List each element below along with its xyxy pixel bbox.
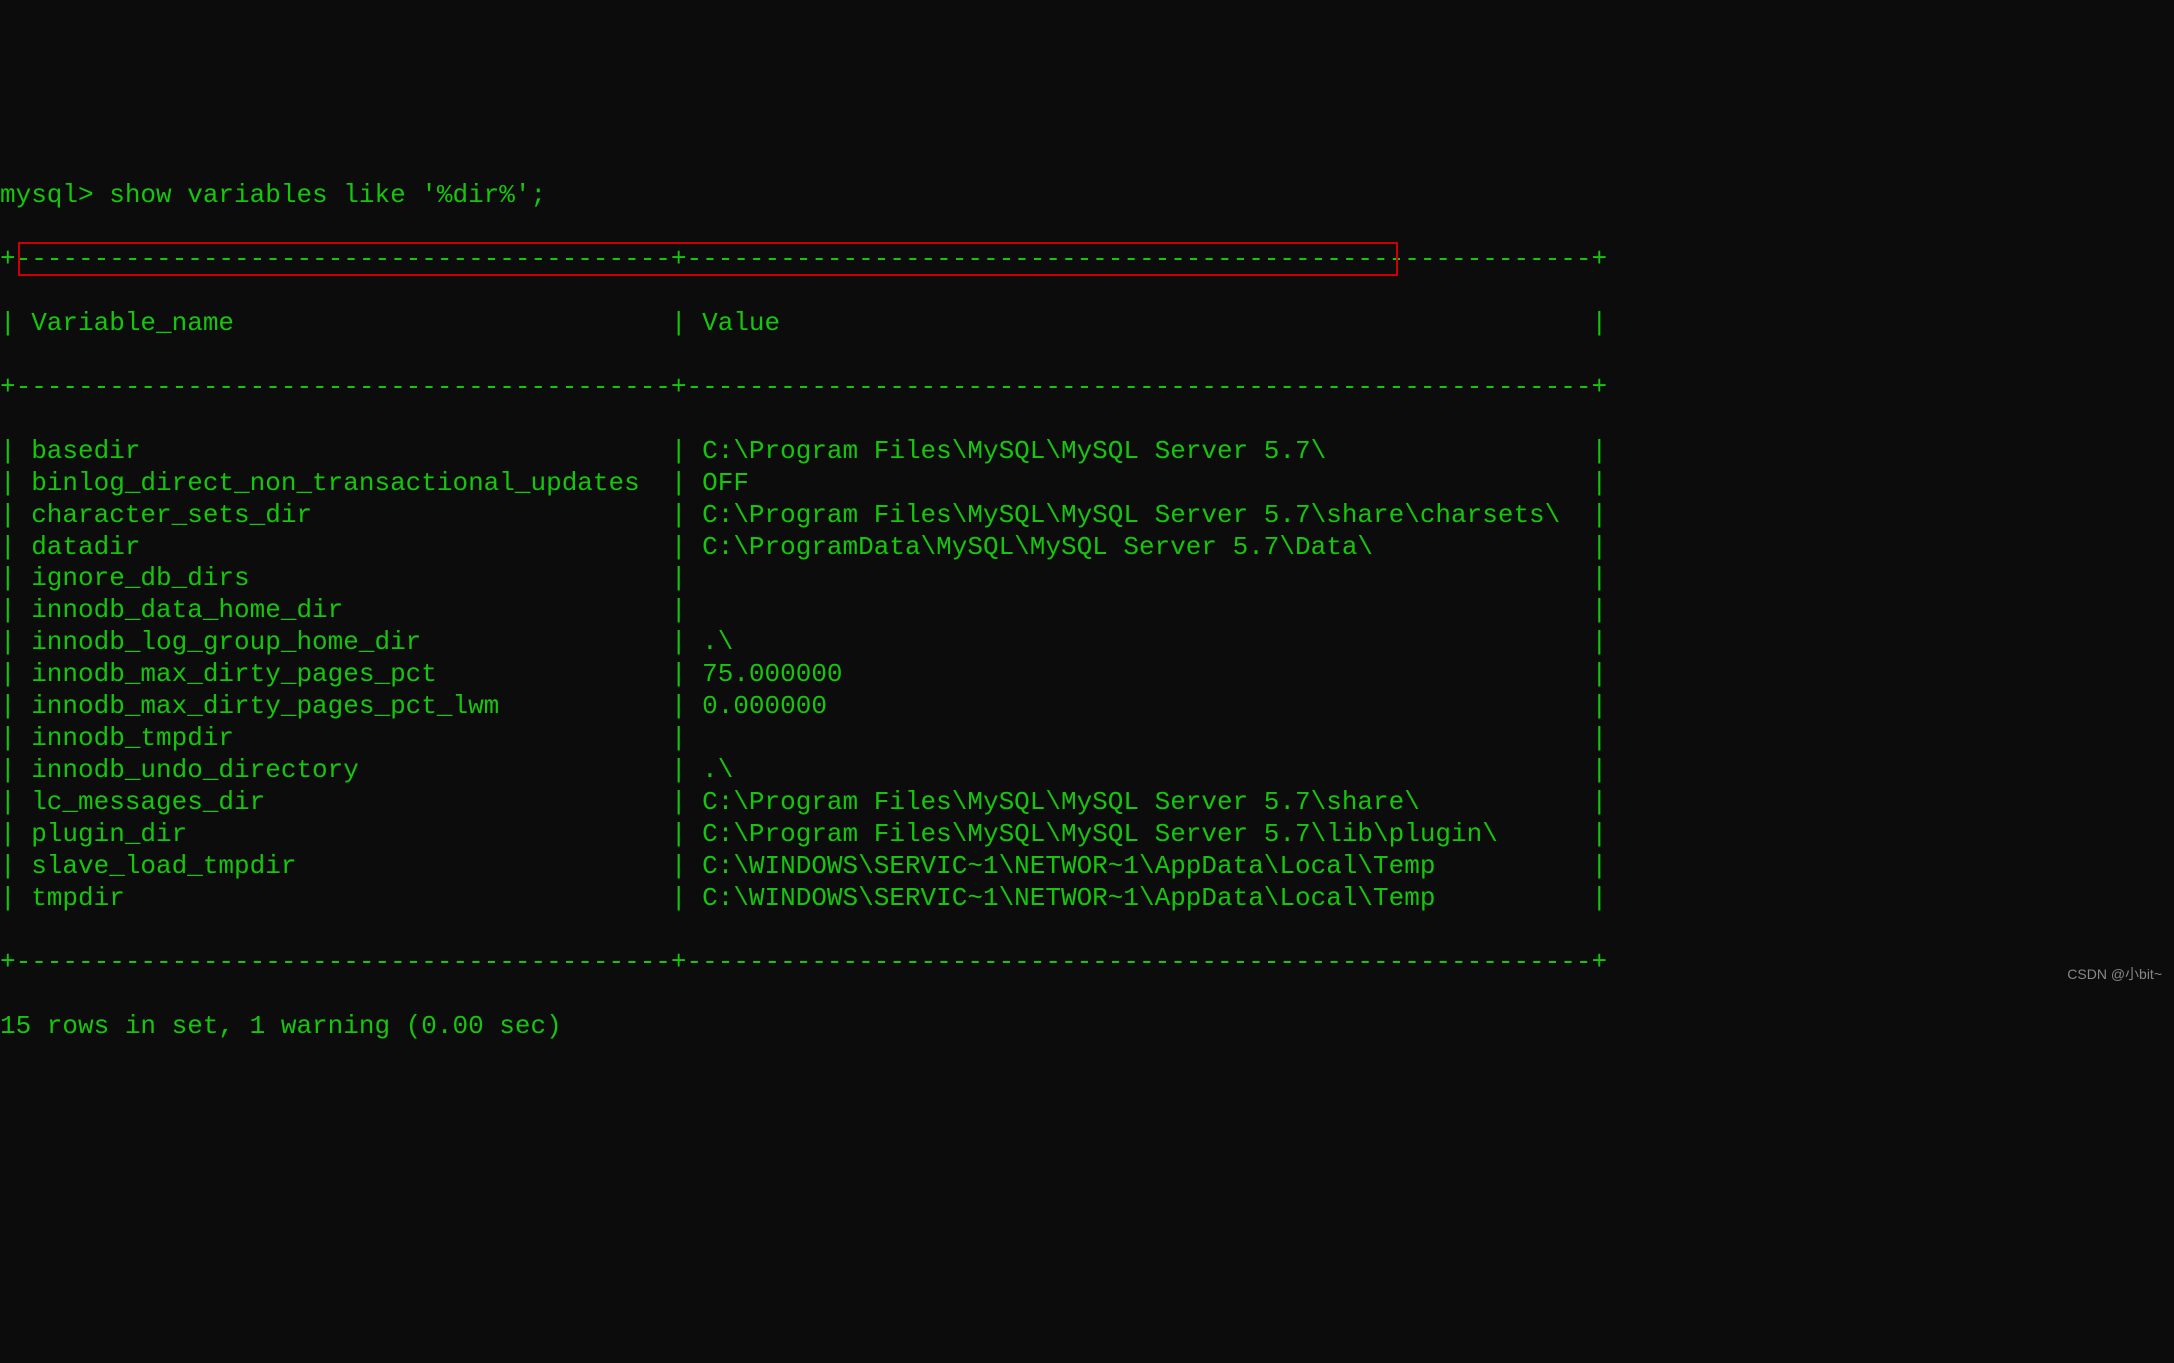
table-border-top: +---------------------------------------…	[0, 244, 2174, 276]
table-row: | innodb_data_home_dir | |	[0, 595, 2174, 627]
table-row: | innodb_log_group_home_dir | .\ |	[0, 627, 2174, 659]
result-footer: 15 rows in set, 1 warning (0.00 sec)	[0, 1011, 2174, 1043]
table-row: | slave_load_tmpdir | C:\WINDOWS\SERVIC~…	[0, 851, 2174, 883]
table-row: | basedir | C:\Program Files\MySQL\MySQL…	[0, 436, 2174, 468]
table-row: | innodb_tmpdir | |	[0, 723, 2174, 755]
table-row: | innodb_max_dirty_pages_pct_lwm | 0.000…	[0, 691, 2174, 723]
table-row: | plugin_dir | C:\Program Files\MySQL\My…	[0, 819, 2174, 851]
table-header: | Variable_name | Value |	[0, 308, 2174, 340]
terminal-output: mysql> show variables like '%dir%'; +---…	[0, 128, 2174, 1075]
table-row: | lc_messages_dir | C:\Program Files\MyS…	[0, 787, 2174, 819]
table-row: | innodb_max_dirty_pages_pct | 75.000000…	[0, 659, 2174, 691]
table-rows: | basedir | C:\Program Files\MySQL\MySQL…	[0, 436, 2174, 916]
table-row: | binlog_direct_non_transactional_update…	[0, 468, 2174, 500]
table-row: | character_sets_dir | C:\Program Files\…	[0, 500, 2174, 532]
table-border-bot: +---------------------------------------…	[0, 947, 2174, 979]
prompt-line[interactable]: mysql> show variables like '%dir%';	[0, 180, 2174, 212]
table-border-mid: +---------------------------------------…	[0, 372, 2174, 404]
table-row: | innodb_undo_directory | .\ |	[0, 755, 2174, 787]
table-row: | tmpdir | C:\WINDOWS\SERVIC~1\NETWOR~1\…	[0, 883, 2174, 915]
table-row: | ignore_db_dirs | |	[0, 563, 2174, 595]
watermark: CSDN @小bit~	[2067, 966, 2162, 983]
table-row: | datadir | C:\ProgramData\MySQL\MySQL S…	[0, 532, 2174, 564]
